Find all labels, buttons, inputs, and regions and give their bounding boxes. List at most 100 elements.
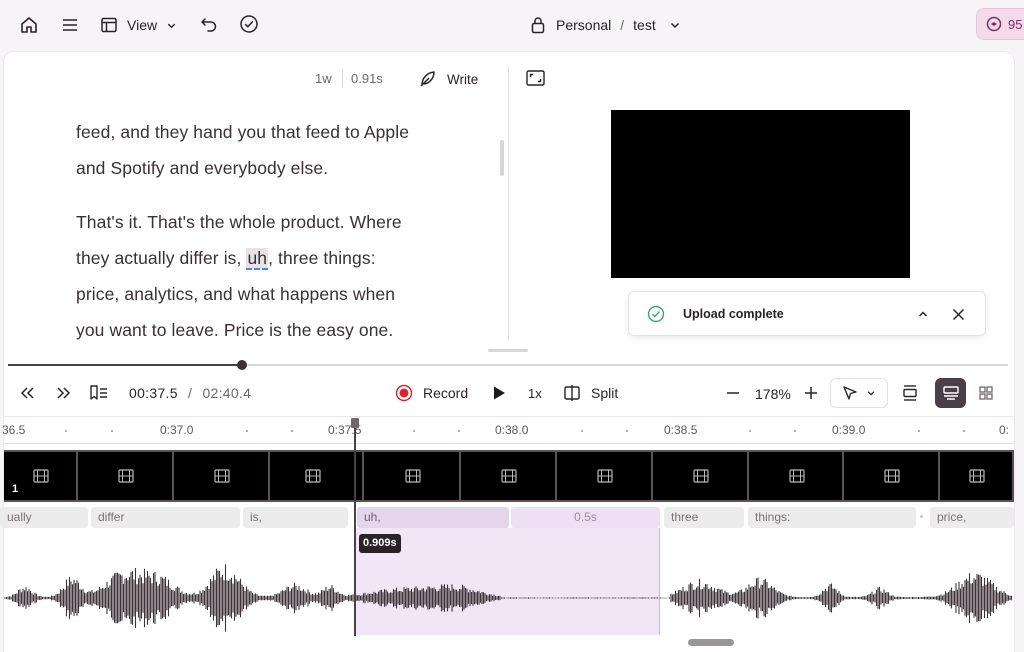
layout-icon <box>100 16 118 34</box>
transcript-text: they actually differ is, <box>76 248 247 268</box>
chevron-down-icon <box>166 20 177 31</box>
filmstrip-frame <box>364 452 461 500</box>
film-frame-icon <box>597 469 613 483</box>
highlighted-filler-word[interactable]: uh <box>246 248 269 270</box>
total-time: 02:40 <box>202 385 239 401</box>
filmstrip-frame <box>356 452 364 500</box>
feather-pen-icon <box>418 69 438 89</box>
playhead[interactable] <box>354 426 356 636</box>
meta-divider <box>342 70 343 88</box>
track-number: 1 <box>12 483 19 495</box>
panel-resize-handle[interactable] <box>488 349 528 352</box>
transcript-line: price, analytics, and what happens when <box>76 284 396 304</box>
cursor-arrow-icon <box>842 385 858 401</box>
undo-icon[interactable] <box>198 13 220 35</box>
word-chip[interactable]: three <box>664 507 744 528</box>
split-button[interactable]: Split <box>563 380 618 406</box>
word-chip[interactable]: things: <box>748 507 916 528</box>
ruler-tick <box>246 430 248 432</box>
zoom-out-icon[interactable] <box>724 383 742 403</box>
chevron-up-icon[interactable] <box>914 305 932 323</box>
expand-icon[interactable] <box>524 68 546 88</box>
filmstrip-frame <box>174 452 270 500</box>
chevron-down-icon <box>866 388 876 398</box>
view-menu-label: View <box>127 17 158 33</box>
close-icon[interactable] <box>949 305 967 323</box>
record-label: Record <box>423 385 469 401</box>
ruler-baseline <box>4 443 1014 444</box>
split-label: Split <box>591 385 619 401</box>
pointer-tool-menu[interactable] <box>830 378 888 408</box>
ruler-tick <box>749 430 751 432</box>
film-frame-icon <box>969 469 985 483</box>
grid-view-icon <box>978 385 994 401</box>
scrubber-knob[interactable] <box>237 360 247 370</box>
film-frame-icon <box>214 469 230 483</box>
breadcrumb-separator: / <box>620 17 625 33</box>
ruler-label: 36.5 <box>2 423 26 437</box>
chapters-icon[interactable] <box>88 382 110 404</box>
credits-badge[interactable]: 95 <box>976 8 1024 40</box>
transcript-line: you want to leave. Price is the easy one… <box>76 320 394 340</box>
timecode: 00:37.5 / 02:40.4 <box>129 385 251 401</box>
panel-divider <box>508 66 509 340</box>
skip-forward-icon[interactable] <box>53 383 73 403</box>
selected-word-chip[interactable]: uh, <box>357 507 509 528</box>
timeline-view-button[interactable] <box>935 378 966 408</box>
audio-waveform[interactable] <box>0 560 1014 636</box>
gap-chip[interactable]: 0.5s <box>511 507 660 528</box>
upload-toast: Upload complete <box>628 291 986 336</box>
ruler-tick <box>458 430 460 432</box>
filmstrip-frame <box>270 452 356 500</box>
project-name: test <box>633 17 656 33</box>
view-menu-button[interactable]: View <box>100 12 184 38</box>
play-icon[interactable] <box>489 383 509 403</box>
zoom-level: 178% <box>755 386 791 402</box>
ruler-tick <box>291 430 293 432</box>
filmstrip-frame <box>78 452 174 500</box>
playback-scrubber[interactable] <box>8 360 1008 370</box>
timeline-scrollbar[interactable] <box>688 639 734 646</box>
current-time-fraction: .5 <box>165 385 178 401</box>
ruler-label: 0:38.5 <box>664 423 698 437</box>
menu-icon[interactable] <box>59 14 81 36</box>
word-chip[interactable]: is, <box>243 507 348 528</box>
video-preview[interactable] <box>611 110 910 278</box>
record-button[interactable]: Record <box>395 380 468 406</box>
scrubber-progress <box>8 364 242 366</box>
waveform-path <box>4 564 1013 632</box>
ruler-label: 0:37.0 <box>160 423 194 437</box>
selection-duration-tooltip: 0.909s <box>359 534 401 553</box>
captions-icon[interactable] <box>900 383 920 403</box>
write-button[interactable]: Write <box>418 67 478 91</box>
lock-icon <box>530 16 546 34</box>
playback-speed-button[interactable]: 1x <box>528 386 542 401</box>
word-gap-marker <box>920 515 923 518</box>
write-label: Write <box>447 71 479 87</box>
film-frame-icon <box>305 469 321 483</box>
grid-view-button[interactable] <box>969 378 1002 408</box>
word-chip[interactable]: ually <box>0 507 88 528</box>
transcript[interactable]: feed, and they hand you that feed to App… <box>76 114 496 348</box>
filmstrip-frame <box>940 452 1014 500</box>
record-icon <box>395 384 413 402</box>
skip-back-icon[interactable] <box>18 383 38 403</box>
current-time: 00:37 <box>129 385 166 401</box>
transcript-scrollbar[interactable] <box>500 140 504 176</box>
project-breadcrumb[interactable]: Personal / test <box>530 12 681 38</box>
home-icon[interactable] <box>18 14 40 36</box>
zoom-in-icon[interactable] <box>802 383 820 403</box>
ruler-label: 0: <box>999 423 1010 437</box>
word-chip[interactable]: price, <box>930 507 1014 528</box>
playhead-handle[interactable] <box>351 418 359 428</box>
time-ruler[interactable]: 36.5 0:37.0 0:37.5 0:38.0 0:38.5 0:39.0 0: <box>0 420 1014 440</box>
check-circle-icon[interactable] <box>238 13 260 35</box>
video-track[interactable] <box>4 450 1014 502</box>
ruler-tick <box>963 430 965 432</box>
word-chip[interactable]: differ <box>91 507 240 528</box>
timeline-top-border <box>4 416 1014 417</box>
film-frame-icon <box>884 469 900 483</box>
film-frame-icon <box>118 469 134 483</box>
gap-duration: 0.5s <box>574 510 597 524</box>
ruler-tick <box>581 430 583 432</box>
